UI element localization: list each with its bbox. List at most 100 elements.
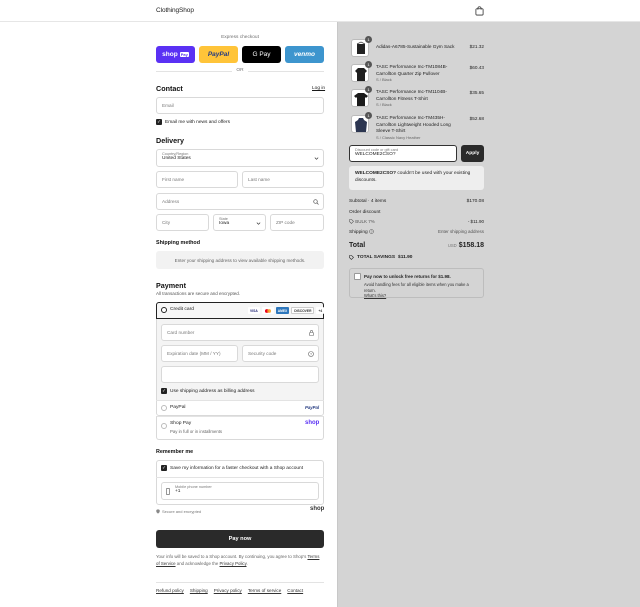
first-name-placeholder: First name — [162, 177, 185, 182]
chevron-down-icon — [256, 222, 261, 225]
country-select[interactable]: Country/Region United States — [156, 149, 324, 167]
refund-policy-link[interactable]: Refund policy — [156, 588, 184, 593]
search-icon — [313, 199, 319, 205]
expiration-placeholder: Expiration date (MM / YY) — [167, 351, 221, 356]
shipping-policy-link[interactable]: Shipping — [190, 588, 208, 593]
discover-icon: DISCOVER — [291, 307, 315, 314]
item-variant: S / Black — [376, 77, 392, 82]
state-select[interactable]: State Iowa — [213, 214, 266, 231]
amex-icon: AMEX — [275, 307, 290, 314]
checkbox-checked-icon[interactable]: ✓ — [161, 465, 167, 471]
name-on-card-field[interactable] — [161, 366, 319, 383]
privacy-policy-link[interactable]: Privacy policy — [214, 588, 242, 593]
subtotal-row: Subtotal · 4 items $170.08 — [349, 199, 484, 204]
radio-selected-icon[interactable] — [161, 307, 167, 313]
help-circle-icon[interactable]: ? — [308, 351, 314, 357]
whats-this-link[interactable]: What's this? — [364, 293, 386, 298]
google-pay-express-button[interactable]: G Pay — [242, 46, 281, 63]
save-info-checkbox-row[interactable]: ✓ Save my information for a faster check… — [161, 465, 303, 471]
security-code-field[interactable]: Security code ? — [242, 345, 319, 362]
contact-link[interactable]: Contact — [287, 588, 303, 593]
quantity-badge: 1 — [365, 61, 372, 68]
checkbox-checked-icon[interactable]: ✓ — [156, 119, 162, 125]
chevron-down-icon — [314, 157, 319, 160]
tag-icon — [349, 255, 354, 260]
card-logos: VISA AMEX DISCOVER +4 — [248, 307, 325, 314]
visa-icon: VISA — [248, 307, 260, 314]
quantity-badge: 1 — [365, 36, 372, 43]
free-returns-checkbox[interactable] — [354, 273, 361, 280]
phone-value: +1 — [175, 489, 181, 494]
total-row: Total USD $158.18 — [349, 242, 484, 252]
shop-pay-label: shop — [162, 51, 178, 58]
email-news-label: Email me with news and offers — [165, 119, 230, 125]
item-name-text: TASC Performance Inc-TM435H-Carrollton L… — [376, 115, 451, 133]
help-circle-icon[interactable]: ? — [369, 229, 374, 234]
divider — [156, 582, 324, 583]
payment-subtitle: All transactions are secure and encrypte… — [156, 291, 241, 296]
contact-heading: Contact — [156, 84, 183, 93]
store-logo[interactable]: ClothingShop — [156, 7, 194, 14]
pay-now-button[interactable]: Pay now — [156, 530, 324, 548]
remember-me-heading: Remember me — [156, 449, 194, 455]
billing-same-checkbox-row[interactable]: ✓ Use shipping address as billing addres… — [161, 388, 255, 394]
venmo-label: venmo — [294, 51, 315, 58]
zip-field[interactable]: ZIP code — [270, 214, 324, 231]
first-name-field[interactable]: First name — [156, 171, 238, 188]
item-name: TASC Performance Inc-TM435H-Carrollton L… — [376, 115, 464, 141]
cart-items-list: 1 Adidas-A6785-Sustainable Gym Sack $21.… — [349, 36, 484, 146]
payment-heading: Payment — [156, 281, 186, 290]
expiration-field[interactable]: Expiration date (MM / YY) — [161, 345, 238, 362]
item-name-text: Adidas-A6785-Sustainable Gym Sack — [376, 44, 455, 49]
divider — [156, 477, 324, 478]
login-link[interactable]: Log in — [312, 86, 325, 91]
shop-pay-sub: Pay — [179, 52, 189, 57]
apply-button[interactable]: Apply — [461, 145, 484, 162]
zip-placeholder: ZIP code — [276, 220, 295, 225]
privacy-link[interactable]: Privacy Policy — [220, 561, 247, 566]
or-divider-label: OR — [232, 68, 248, 73]
more-cards-badge: +4 — [316, 307, 325, 314]
shop-pay-label: Shop Pay — [170, 421, 192, 426]
paypal-express-label: PayPal — [207, 51, 230, 58]
shop-logo-small: shop — [310, 506, 325, 512]
discount-code-field[interactable]: Discount code or gift card WELCOME2CSO? — [349, 145, 457, 162]
lock-icon — [309, 330, 314, 336]
city-field[interactable]: City — [156, 214, 209, 231]
terms-of-service-link[interactable]: Terms of service — [248, 588, 281, 593]
disclaimer-middle: and acknowledge the — [176, 560, 219, 566]
order-discount-label: Order discount — [349, 210, 381, 215]
shop-pay-option[interactable] — [156, 416, 324, 440]
tag-icon — [349, 219, 354, 224]
checkbox-checked-icon[interactable]: ✓ — [161, 388, 167, 394]
paypal-express-button[interactable]: PayPal — [199, 46, 238, 63]
pay-now-label: Pay now — [228, 536, 252, 542]
card-number-placeholder: Card number — [167, 330, 195, 335]
item-name-text: TASC Performance Inc-TM1084B-Carrollton … — [376, 64, 448, 76]
item-variant: S / Black — [376, 102, 392, 107]
last-name-field[interactable]: Last name — [242, 171, 324, 188]
last-name-placeholder: Last name — [248, 177, 270, 182]
radio-unselected-icon[interactable] — [161, 423, 167, 429]
item-name: TASC Performance Inc-TM1084B-Carrollton … — [376, 64, 461, 84]
shopping-bag-icon[interactable] — [475, 6, 484, 16]
express-checkout-title: Express checkout — [221, 35, 259, 40]
save-info-label: Save my information for a faster checkou… — [170, 465, 304, 471]
email-field[interactable]: Email — [156, 97, 324, 114]
shop-pay-express-button[interactable]: shop Pay — [156, 46, 195, 63]
email-placeholder: Email — [162, 103, 174, 108]
subtotal-value: $170.08 — [466, 199, 484, 204]
quantity-badge: 1 — [365, 112, 372, 119]
mobile-phone-field[interactable]: Mobile phone number +1 — [161, 482, 319, 500]
paypal-label: PayPal — [170, 405, 186, 410]
state-value: Iowa — [219, 221, 230, 226]
radio-unselected-icon[interactable] — [161, 405, 167, 411]
free-returns-description: Avoid handling fees for all eligible ite… — [364, 282, 469, 293]
venmo-express-button[interactable]: venmo — [285, 46, 324, 63]
savings-value: $11.90 — [398, 255, 413, 260]
address-field[interactable]: Address — [156, 193, 324, 210]
card-number-field[interactable]: Card number — [161, 324, 319, 341]
billing-same-label: Use shipping address as billing address — [170, 388, 255, 394]
discount-value: WELCOME2CSO? — [355, 152, 396, 157]
email-news-checkbox-row[interactable]: ✓ Email me with news and offers — [156, 119, 230, 125]
